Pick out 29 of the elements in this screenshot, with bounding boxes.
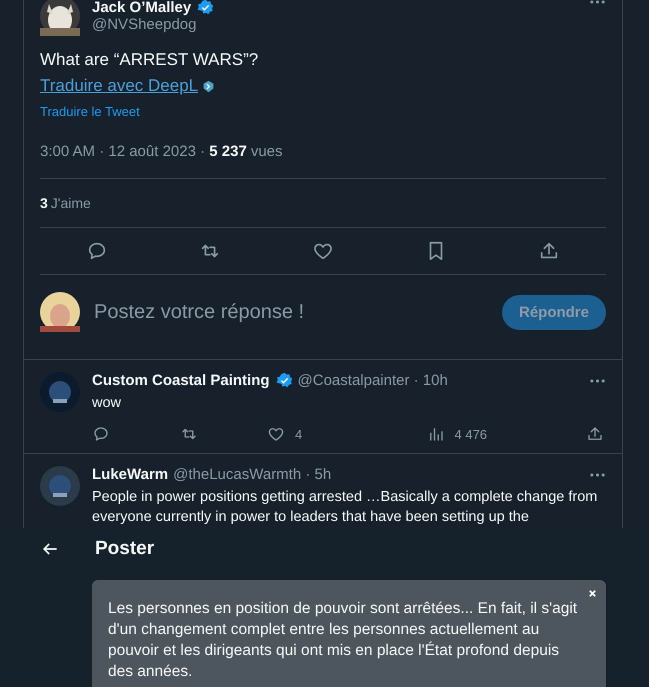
tweet-text: What are “ARREST WARS”? — [40, 50, 260, 70]
like-count: 4 — [295, 426, 302, 442]
reply-text: wow — [92, 394, 122, 413]
translate-tweet-link[interactable]: Traduire le Tweet — [40, 104, 606, 119]
panel-title: Poster — [95, 538, 154, 560]
likes-label[interactable]: J'aime — [50, 195, 91, 211]
author-handle[interactable]: @Coastalpainter · 10h — [298, 372, 448, 389]
translation-text: Les personnes en position de pouvoir sont arrêtées... En fait, il s'agit d'un changement complet entre les personnes actuellement au pouvoir et les dirigeants qui ont mis en place l'État profond depuis des années. — [108, 599, 578, 682]
deepl-icon — [202, 80, 216, 92]
translate-link[interactable]: Traduire avec DeepL — [40, 76, 198, 96]
author-handle[interactable]: @theLucasWarmth · 5h — [173, 466, 332, 483]
author-name[interactable]: Jack O’Malley — [92, 0, 192, 16]
reply-icon[interactable] — [92, 425, 110, 443]
views-label: vues — [250, 143, 283, 160]
author-name[interactable]: Custom Coastal Painting — [92, 372, 270, 389]
close-icon[interactable] — [588, 589, 597, 598]
view-count: 5 237 — [209, 143, 247, 160]
more-icon[interactable] — [589, 472, 606, 476]
like-count[interactable]: 3 — [40, 195, 48, 211]
view-count: 4 476 — [454, 426, 488, 442]
reply-field[interactable]: Postez votrce réponse ! — [94, 300, 304, 324]
more-icon[interactable] — [589, 0, 606, 4]
author-name[interactable]: LukeWarm — [92, 466, 168, 483]
reply-text: People in power positions getting arrested …Basically a complete change from everyone currently in power to leaders that have been setting up the — [92, 488, 598, 527]
more-icon[interactable] — [589, 378, 606, 382]
share-icon[interactable] — [586, 425, 604, 443]
heart-icon[interactable] — [267, 425, 285, 443]
author-handle[interactable]: @NVSheepdog — [92, 16, 214, 33]
timestamp[interactable]: 3:00 AM · 12 août 2023 · — [40, 143, 210, 160]
